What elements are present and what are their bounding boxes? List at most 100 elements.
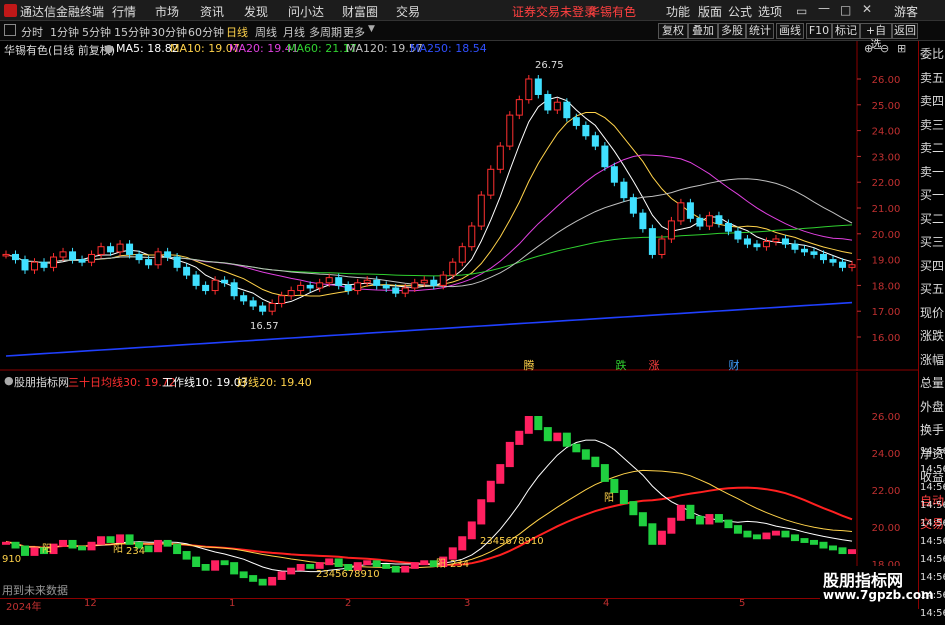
indicator-bar (11, 541, 20, 549)
menu-jiaoyi[interactable]: 交易 (396, 3, 420, 20)
candle (154, 251, 162, 266)
side-item-11[interactable]: 现价 (920, 302, 945, 324)
side-item-15[interactable]: 外盘 (920, 396, 945, 418)
side-item-7[interactable]: 买二 (920, 208, 945, 230)
menu-banmian[interactable]: 版面 (698, 3, 722, 20)
side-item-4[interactable]: 卖二 (920, 137, 945, 159)
btn-tongji[interactable]: 统计 (746, 23, 774, 39)
menu-caifuquan[interactable]: 财富圈 (342, 3, 378, 20)
menu-gongshi[interactable]: 公式 (728, 3, 752, 20)
period-bar: 分时 1分钟 5分钟 15分钟 30分钟 60分钟 日线 周线 月线 多周期 更… (0, 21, 945, 51)
side-item-14[interactable]: 总量 (920, 372, 945, 394)
candle (705, 215, 713, 227)
menu-zixun[interactable]: 资讯 (200, 3, 224, 20)
tab-multi[interactable]: 多周期 (309, 24, 342, 40)
side-item-6[interactable]: 买一 (920, 184, 945, 206)
candle (259, 305, 267, 312)
indicator-bar (182, 551, 191, 560)
tab-weekly[interactable]: 周线 (255, 24, 277, 40)
indicator-bar (372, 560, 381, 567)
indicator-bar (543, 427, 552, 442)
maximize-icon[interactable]: □ (840, 3, 851, 17)
btn-huaxian[interactable]: 画线 (776, 23, 804, 39)
tab-15min[interactable]: 15分钟 (114, 24, 150, 40)
close-icon[interactable]: ✕ (862, 2, 872, 16)
btn-diejia[interactable]: 叠加 (688, 23, 718, 39)
candle (12, 253, 20, 261)
candle (439, 274, 447, 286)
side-item-13[interactable]: 涨幅 (920, 349, 945, 371)
side-item-16[interactable]: 换手 (920, 419, 945, 441)
tab-30min[interactable]: 30分钟 (151, 24, 187, 40)
side-item-9[interactable]: 买四 (920, 255, 945, 277)
indicator-bar (496, 464, 505, 484)
menu-gongneng[interactable]: 功能 (666, 3, 690, 20)
candle (107, 246, 115, 253)
menu-shichang[interactable]: 市场 (155, 3, 179, 20)
indicator-settings-icon[interactable]: ● (4, 374, 14, 387)
ma-line-10 (5, 112, 853, 297)
candle (401, 287, 409, 294)
tab-more[interactable]: 更多 (343, 24, 365, 40)
tab-daily[interactable]: 日线 (226, 24, 248, 40)
btn-fuquan[interactable]: 复权 (658, 23, 688, 39)
btn-f10[interactable]: F10 (806, 23, 832, 39)
candle (610, 166, 618, 183)
indicator-bar (163, 539, 172, 547)
menu-faxian[interactable]: 发现 (244, 3, 268, 20)
tab-monthly[interactable]: 月线 (283, 24, 305, 40)
indicator-bar (553, 432, 562, 442)
side-item-12[interactable]: 涨跌 (920, 325, 945, 347)
side-item-1[interactable]: 卖五 (920, 67, 945, 89)
side-item-10[interactable]: 买五 (920, 278, 945, 300)
btn-zixuan[interactable]: +自选 (860, 23, 892, 51)
btn-fanhui[interactable]: 返回 (892, 23, 918, 39)
chart-search-icon[interactable]: ⊕ (864, 42, 873, 55)
indicator-bar (68, 539, 77, 549)
tab-5min[interactable]: 5分钟 (82, 24, 111, 40)
main-chart-title[interactable]: 华锡有色(日线 前复权) (4, 42, 115, 58)
guest-label[interactable]: 游客 (894, 3, 918, 20)
sub-y-label-3: 20.00 (872, 523, 901, 534)
side-item-2[interactable]: 卖四 (920, 90, 945, 112)
candle (287, 290, 295, 297)
tab-fenshi[interactable]: 分时 (21, 24, 43, 40)
indicator-bar (334, 558, 343, 567)
indicator-bar (743, 530, 752, 538)
ma-settings-icon[interactable]: ● (104, 42, 114, 55)
layout-icon[interactable] (4, 24, 16, 36)
candle (819, 253, 827, 261)
indicator-bar (287, 567, 296, 575)
x-label-3: 3 (464, 598, 471, 609)
side-item-5[interactable]: 卖一 (920, 161, 945, 183)
side-item-3[interactable]: 卖三 (920, 114, 945, 136)
indicator-bar (125, 534, 134, 545)
ma-line-30 (5, 178, 853, 288)
candle (544, 93, 552, 111)
trade-login-notice[interactable]: 证券交易未登录 (512, 3, 596, 20)
chart-zoomout-icon[interactable]: ⊖ (880, 42, 889, 55)
menu-hangqing[interactable]: 行情 (112, 3, 136, 20)
indicator-bar (277, 571, 286, 580)
side-item-8[interactable]: 买三 (920, 231, 945, 253)
tab-1min[interactable]: 1分钟 (50, 24, 79, 40)
indicator-chart[interactable]: 26.0024.0022.0020.0018.00910阳234阳2345678… (0, 372, 918, 598)
indicator-bar (790, 534, 799, 542)
side-item-0[interactable]: 委比 (920, 43, 945, 65)
minimize-window-icon[interactable]: — (818, 1, 830, 15)
title-bar: 通达信金融终端 行情 市场 资讯 发现 问小达 财富圈 交易 证券交易未登录 华… (0, 0, 945, 21)
main-price-chart[interactable]: 26.00 25.00 24.00 23.00 22.00 21.00 20.00 19.00… (0, 41, 918, 371)
x-label-2: 2 (345, 598, 352, 609)
more-chevron-icon[interactable]: ▼ (368, 24, 375, 34)
chart-grid-icon[interactable]: ⊞ (897, 42, 906, 55)
btn-biaoji[interactable]: 标记 (832, 23, 860, 39)
indicator-bar (524, 416, 533, 434)
tab-60min[interactable]: 60分钟 (188, 24, 224, 40)
indicator-bar (315, 562, 324, 569)
menu-xuanxiang[interactable]: 选项 (758, 3, 782, 20)
menu-wenxiaoda[interactable]: 问小达 (288, 3, 324, 20)
minimize-icon[interactable]: ▭ (796, 4, 807, 18)
candle (88, 253, 96, 263)
btn-duogu[interactable]: 多股 (718, 23, 746, 39)
indicator-title[interactable]: 股朋指标网 (14, 374, 69, 390)
